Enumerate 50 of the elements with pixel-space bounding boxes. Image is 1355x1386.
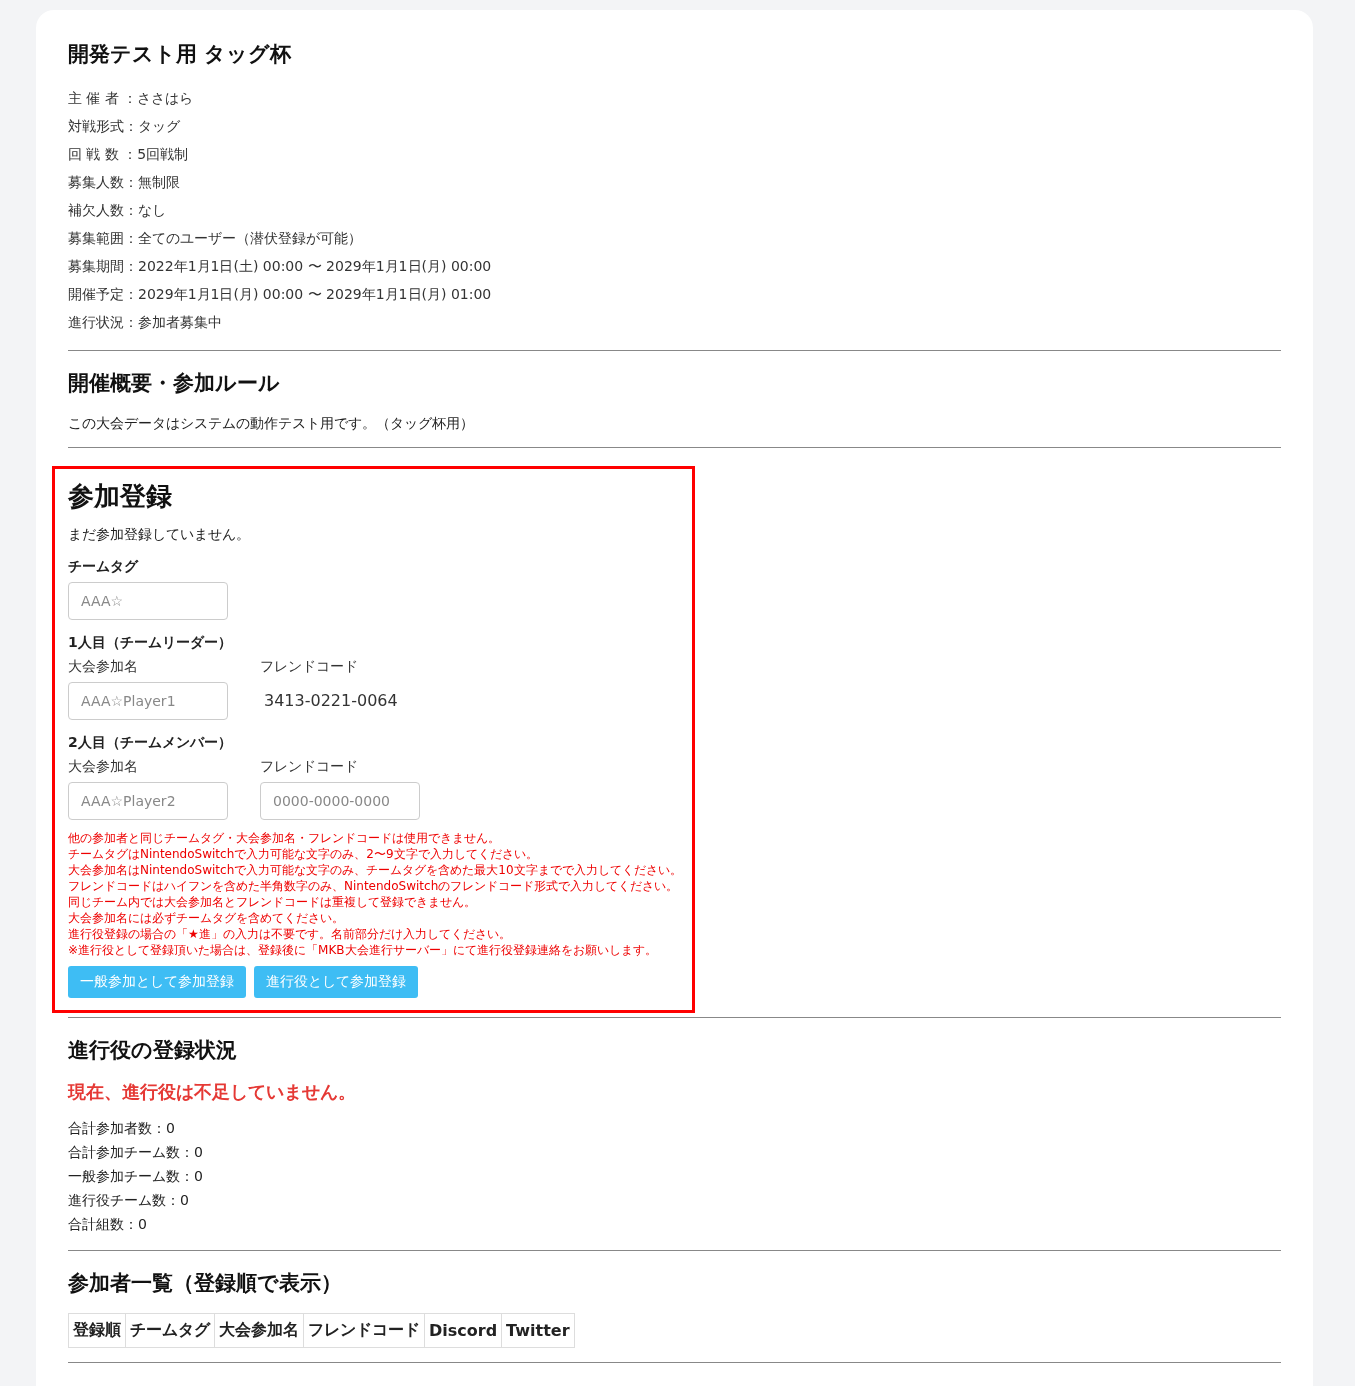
stat-line: 進行役チーム数：0 [68,1191,190,1210]
overview-text: この大会データはシステムの動作テスト用です。（タッグ杯用） [68,414,475,433]
notice-text: 他の参加者と同じチームタグ・大会参加名・フレンドコードは使用できません。 [68,830,501,846]
info-line: 募集期間：2022年1月1日(土) 00:00 〜 2029年1月1日(月) 00:00 [68,257,493,276]
register-button[interactable]: 進行役として参加登録 [254,966,418,998]
team-tag-input[interactable]: AAA☆ [68,582,228,620]
notice-text: 大会参加名はNintendoSwitchで入力可能な文字のみ、チームタグを含めた最大10文字までで入力してください。 [68,862,682,878]
notice-text: ※進行役として登録頂いた場合は、登録後に「MKB大会進行サーバー」にて進行役登録連絡をお願いします。 [68,942,658,958]
notice-text: 同じチーム内では大会参加名とフレンドコードは重複して登録できません。 [68,894,477,910]
name-input[interactable]: AAA☆Player2 [68,782,228,820]
info-line: 募集範囲：全てのユーザー（潜伏登録が可能） [68,229,363,248]
column-header: チームタグ [125,1313,215,1348]
info-line: 進行状況：参加者募集中 [68,313,223,332]
notice-text: 大会参加名には必ずチームタグを含めてください。 [68,910,345,926]
stat-line: 合計参加チーム数：0 [68,1143,204,1162]
notice-text: フレンドコードはハイフンを含めた半角数字のみ、NintendoSwitchのフレンドコード形式で入力してください。 [68,878,680,894]
register-button[interactable]: 一般参加として参加登録 [68,966,246,998]
player-heading: 1人目（チームリーダー） [68,634,233,652]
friend-code-text: 3413-0221-0064 [263,690,398,712]
section-heading: 進行役の登録状況 [68,1037,238,1064]
alert-text: 現在、進行役は不足していません。 [68,1080,357,1104]
info-line: 募集人数：無制限 [68,173,181,192]
info-line: 主 催 者 ：ささはら [68,89,195,108]
field-label: 大会参加名 [68,658,139,676]
column-header: フレンドコード [303,1313,425,1348]
section-heading: 開催概要・参加ルール [68,370,281,397]
notice-text: チームタグはNintendoSwitchで入力可能な文字のみ、2〜9文字で入力してください。 [68,846,539,862]
status-text: まだ参加登録していません。 [68,525,251,544]
stat-line: 一般参加チーム数：0 [68,1167,204,1186]
field-label: フレンドコード [260,758,359,776]
column-header: 登録順 [68,1313,126,1348]
column-header: 大会参加名 [214,1313,304,1348]
column-header: Twitter [501,1313,575,1348]
tournament-title: 開発テスト用 タッグ杯 [68,41,293,68]
column-header: Discord [424,1313,502,1348]
notice-text: 進行役登録の場合の「★進」の入力は不要です。名前部分だけ入力してください。 [68,926,512,942]
info-line: 回 戦 数 ：5回戦制 [68,145,190,164]
field-label: フレンドコード [260,658,359,676]
name-input[interactable]: AAA☆Player1 [68,682,228,720]
stat-line: 合計参加者数：0 [68,1119,176,1138]
field-label: チームタグ [68,558,140,576]
info-line: 補欠人数：なし [68,201,167,220]
friend-code-input[interactable]: 0000-0000-0000 [260,782,420,820]
field-label: 大会参加名 [68,758,139,776]
player-heading: 2人目（チームメンバー） [68,734,233,752]
info-line: 開催予定：2029年1月1日(月) 00:00 〜 2029年1月1日(月) 01:00 [68,285,493,304]
stat-line: 合計組数：0 [68,1215,148,1234]
section-heading: 参加登録 [68,480,173,513]
section-heading: 参加者一覧（登録順で表示） [68,1270,343,1297]
info-line: 対戦形式：タッグ [68,117,181,136]
